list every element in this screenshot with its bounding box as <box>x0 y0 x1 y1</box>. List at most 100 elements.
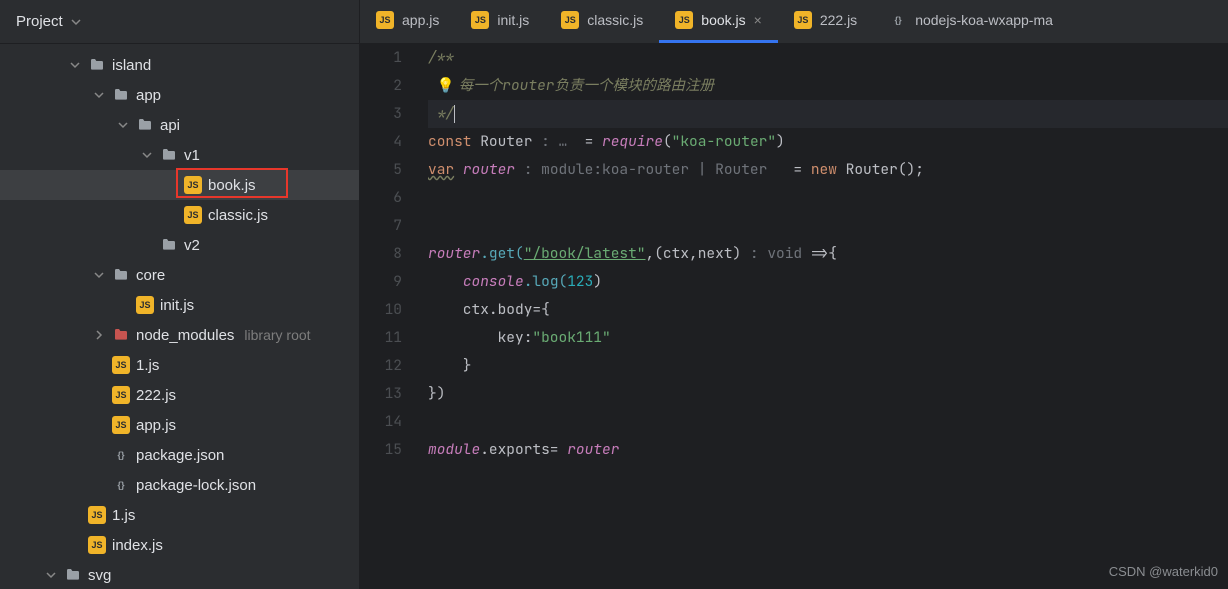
editor-tabs: JS app.js JS init.js JS classic.js JS bo… <box>360 0 1228 44</box>
tree-file-app-js[interactable]: JS app.js <box>0 410 359 440</box>
tree-label: 222.js <box>136 387 176 404</box>
js-icon: JS <box>136 296 154 314</box>
tree-file-package-lock-json[interactable]: {} package-lock.json <box>0 470 359 500</box>
chevron-down-icon <box>92 88 106 102</box>
folder-icon <box>160 236 178 254</box>
cursor <box>454 105 455 123</box>
tab-label: book.js <box>701 12 745 28</box>
json-icon: {} <box>112 476 130 494</box>
code-token: "book111" <box>532 328 610 347</box>
tree-file-1-js[interactable]: JS 1.js <box>0 350 359 380</box>
code-token: Router(); <box>837 160 924 179</box>
code-token: Router <box>472 132 542 151</box>
code-editor[interactable]: 123 456 789 101112 131415 /** 💡每一个router… <box>360 44 1228 589</box>
tab-app-js[interactable]: JS app.js <box>360 0 455 43</box>
chevron-down-icon <box>69 15 83 29</box>
tree-folder-island[interactable]: island <box>0 50 359 80</box>
inlay-hint: : void <box>750 244 811 263</box>
folder-icon <box>136 116 154 134</box>
code-token: const <box>428 132 472 151</box>
code-token: ) <box>776 132 785 151</box>
js-icon: JS <box>675 11 693 29</box>
editor-area: JS app.js JS init.js JS classic.js JS bo… <box>360 0 1228 589</box>
js-icon: JS <box>184 206 202 224</box>
tree-folder-api[interactable]: api <box>0 110 359 140</box>
code-token: 123 <box>567 272 593 291</box>
code-token: router <box>428 244 480 263</box>
project-tree[interactable]: island app api v1 JS book.js <box>0 44 359 589</box>
line-gutter: 123 456 789 101112 131415 <box>360 44 420 589</box>
tree-label: app.js <box>136 417 176 434</box>
js-icon: JS <box>376 11 394 29</box>
tree-folder-v2[interactable]: v2 <box>0 230 359 260</box>
lightbulb-icon[interactable]: 💡 <box>437 76 455 95</box>
tab-init-js[interactable]: JS init.js <box>455 0 545 43</box>
code-token: =>{ <box>811 244 837 263</box>
code-token: = <box>785 160 811 179</box>
tab-nodejs-koa[interactable]: {} nodejs-koa-wxapp-ma <box>873 0 1069 43</box>
tree-file-root-1-js[interactable]: JS 1.js <box>0 500 359 530</box>
chevron-down-icon <box>92 268 106 282</box>
tree-folder-svg[interactable]: svg <box>0 560 359 589</box>
inlay-hint: : … <box>541 132 576 151</box>
code-token: "/book/latest" <box>524 244 646 263</box>
tree-folder-core[interactable]: core <box>0 260 359 290</box>
tree-label: 1.js <box>112 507 135 524</box>
code-token: console <box>463 272 524 291</box>
tab-222-js[interactable]: JS 222.js <box>778 0 873 43</box>
tree-folder-v1[interactable]: v1 <box>0 140 359 170</box>
folder-icon <box>112 266 130 284</box>
tree-label: package-lock.json <box>136 477 256 494</box>
code-token: module <box>428 440 480 459</box>
tree-label: svg <box>88 567 111 584</box>
code-token: /** <box>428 48 454 67</box>
folder-icon <box>64 566 82 584</box>
folder-icon <box>112 86 130 104</box>
sidebar-header[interactable]: Project <box>0 0 359 44</box>
code-token: } <box>428 356 472 375</box>
js-icon: JS <box>88 536 106 554</box>
tree-label: v2 <box>184 237 200 254</box>
folder-icon <box>88 56 106 74</box>
chevron-down-icon <box>140 148 154 162</box>
close-icon[interactable]: × <box>754 12 762 28</box>
tree-file-book-js[interactable]: JS book.js <box>0 170 359 200</box>
tab-classic-js[interactable]: JS classic.js <box>545 0 659 43</box>
project-title: Project <box>16 13 63 30</box>
code-token: }) <box>428 384 445 403</box>
js-icon: JS <box>112 386 130 404</box>
json-icon: {} <box>889 11 907 29</box>
tree-label: index.js <box>112 537 163 554</box>
tree-folder-node-modules[interactable]: node_modules library root <box>0 320 359 350</box>
code-token: .get( <box>480 244 524 263</box>
tree-file-222-js[interactable]: JS 222.js <box>0 380 359 410</box>
code-token: require <box>602 132 663 151</box>
code-token: var <box>428 160 454 179</box>
js-icon: JS <box>561 11 579 29</box>
code-token: .exports= <box>480 440 567 459</box>
tree-label: app <box>136 87 161 104</box>
chevron-down-icon <box>116 118 130 132</box>
tree-file-classic-js[interactable]: JS classic.js <box>0 200 359 230</box>
chevron-down-icon <box>44 568 58 582</box>
watermark: CSDN @waterkid0 <box>1109 564 1218 579</box>
js-icon: JS <box>88 506 106 524</box>
tree-label: node_modules <box>136 327 234 344</box>
tree-folder-app[interactable]: app <box>0 80 359 110</box>
tab-book-js[interactable]: JS book.js × <box>659 0 778 43</box>
code-content[interactable]: /** 💡每一个router负责一个模块的路由注册 */ const Route… <box>420 44 1228 589</box>
js-icon: JS <box>794 11 812 29</box>
tab-label: app.js <box>402 12 439 28</box>
tree-file-package-json[interactable]: {} package.json <box>0 440 359 470</box>
code-token: ) <box>593 272 602 291</box>
tree-file-index-js[interactable]: JS index.js <box>0 530 359 560</box>
tree-label: package.json <box>136 447 224 464</box>
code-token: ( <box>663 132 672 151</box>
tree-label: 1.js <box>136 357 159 374</box>
folder-icon <box>112 326 130 344</box>
code-token: .log( <box>524 272 568 291</box>
tab-label: 222.js <box>820 12 857 28</box>
json-icon: {} <box>112 446 130 464</box>
inlay-hint: : module:koa-router | Router <box>515 160 785 179</box>
tree-file-init-js[interactable]: JS init.js <box>0 290 359 320</box>
